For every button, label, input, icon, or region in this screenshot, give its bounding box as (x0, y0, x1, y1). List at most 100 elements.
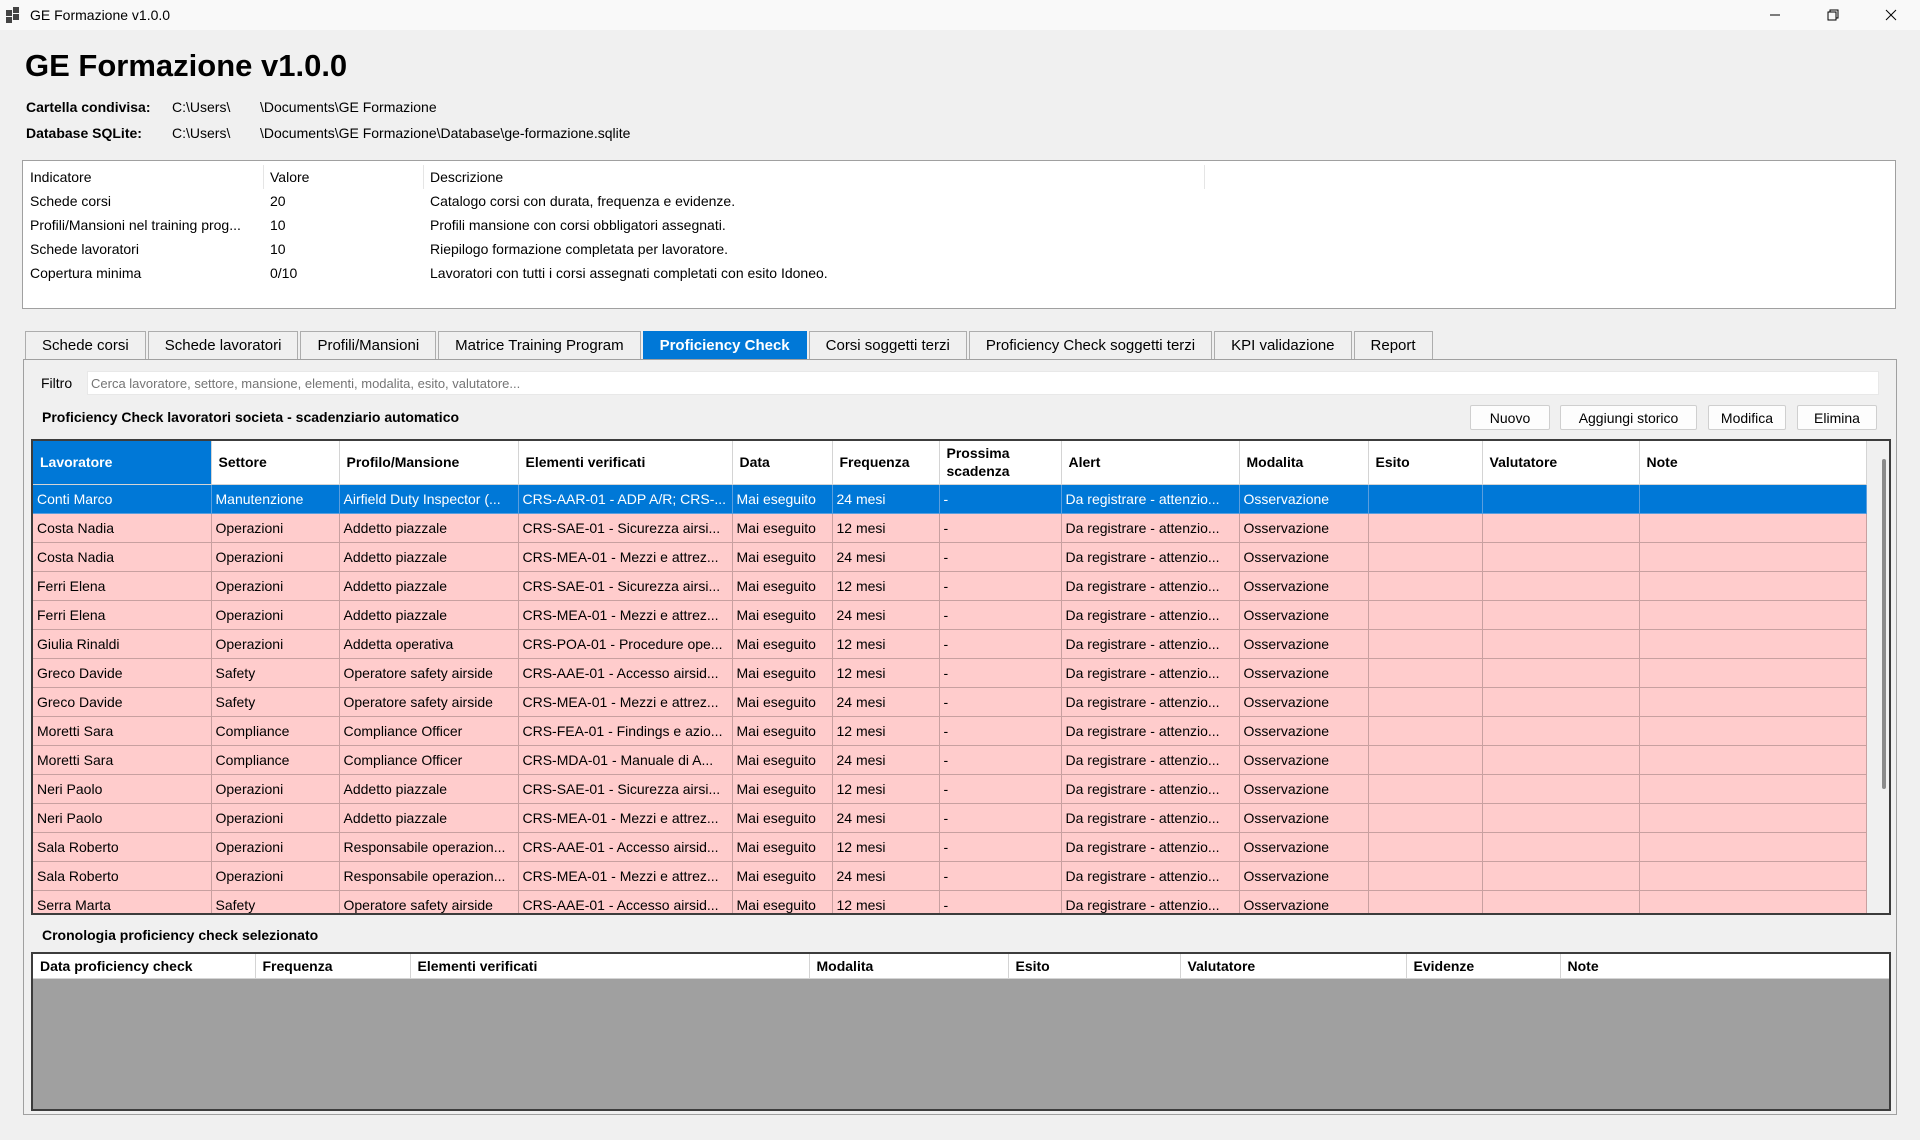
table-cell[interactable]: Operazioni (211, 803, 340, 833)
table-row[interactable]: Giulia Rinaldi Operazioni Addetta operativ… (33, 629, 1867, 659)
table-cell[interactable]: 12 mesi (832, 890, 940, 913)
table-cell[interactable]: - (939, 774, 1062, 804)
tab-profili-mansioni[interactable]: Profili/Mansioni (300, 331, 437, 359)
table-cell[interactable] (1368, 629, 1483, 659)
table-cell[interactable]: Operatore safety airside (339, 890, 519, 913)
table-cell[interactable]: 12 mesi (832, 571, 940, 601)
table-cell[interactable]: Osservazione (1239, 513, 1369, 543)
table-cell[interactable] (1482, 803, 1640, 833)
table-cell[interactable]: Mai eseguito (732, 890, 833, 913)
table-cell[interactable]: Da registrare - attenzio... (1061, 832, 1240, 862)
table-cell[interactable]: Giulia Rinaldi (33, 629, 212, 659)
table-cell[interactable]: CRS-AAE-01 - Accesso airsid... (518, 890, 733, 913)
table-cell[interactable]: Addetto piazzale (339, 600, 519, 630)
table-cell[interactable]: Costa Nadia (33, 513, 212, 543)
table-cell[interactable]: Responsabile operazion... (339, 832, 519, 862)
table-cell[interactable]: 24 mesi (832, 861, 940, 891)
table-cell[interactable]: CRS-AAE-01 - Accesso airsid... (518, 832, 733, 862)
column-header-valutatore[interactable]: Valutatore (1482, 441, 1640, 485)
column-header-lavoratore[interactable]: Lavoratore (33, 441, 212, 485)
table-cell[interactable] (1639, 774, 1867, 804)
table-cell[interactable]: Da registrare - attenzio... (1061, 803, 1240, 833)
kpi-summary-list[interactable]: Indicatore Valore Descrizione Schede cor… (22, 160, 1896, 309)
table-cell[interactable]: CRS-AAE-01 - Accesso airsid... (518, 658, 733, 688)
table-cell[interactable]: Da registrare - attenzio... (1061, 774, 1240, 804)
table-cell[interactable] (1639, 571, 1867, 601)
history-column-frequenza[interactable]: Frequenza (255, 954, 411, 979)
table-row[interactable]: Serra Marta Safety Operatore safety airsid… (33, 890, 1867, 913)
table-cell[interactable]: Mai eseguito (732, 716, 833, 746)
tab-matrice-training-program[interactable]: Matrice Training Program (438, 331, 641, 359)
table-cell[interactable] (1639, 600, 1867, 630)
table-cell[interactable]: Da registrare - attenzio... (1061, 658, 1240, 688)
table-cell[interactable]: 24 mesi (832, 484, 940, 514)
history-column-note[interactable]: Note (1560, 954, 1889, 979)
filter-input[interactable] (87, 371, 1879, 395)
table-cell[interactable]: Mai eseguito (732, 542, 833, 572)
table-row[interactable]: Greco Davide Safety Operatore safety airsi… (33, 687, 1867, 717)
table-cell[interactable] (1639, 745, 1867, 775)
table-cell[interactable] (1368, 513, 1483, 543)
table-cell[interactable]: - (939, 832, 1062, 862)
table-cell[interactable]: Osservazione (1239, 658, 1369, 688)
table-cell[interactable] (1368, 542, 1483, 572)
table-cell[interactable]: CRS-MEA-01 - Mezzi e attrez... (518, 542, 733, 572)
table-row[interactable]: Sala Roberto Operazioni Responsabile opera… (33, 832, 1867, 862)
table-cell[interactable] (1368, 571, 1483, 601)
table-cell[interactable] (1368, 687, 1483, 717)
table-cell[interactable] (1639, 513, 1867, 543)
table-cell[interactable] (1482, 774, 1640, 804)
table-cell[interactable]: Osservazione (1239, 484, 1369, 514)
table-cell[interactable]: Mai eseguito (732, 658, 833, 688)
table-cell[interactable] (1368, 600, 1483, 630)
grid-vertical-scrollbar[interactable] (1882, 459, 1886, 789)
kpi-header-description[interactable]: Descrizione (430, 169, 503, 185)
table-cell[interactable] (1639, 687, 1867, 717)
table-cell[interactable]: Greco Davide (33, 687, 212, 717)
kpi-row[interactable]: Schede lavoratori 10 Riepilogo formazion… (23, 237, 1895, 261)
tab-schede-lavoratori[interactable]: Schede lavoratori (147, 331, 299, 359)
table-cell[interactable]: - (939, 687, 1062, 717)
table-cell[interactable]: Da registrare - attenzio... (1061, 716, 1240, 746)
history-column-data-proficiency-check[interactable]: Data proficiency check (33, 954, 256, 979)
table-cell[interactable]: Mai eseguito (732, 600, 833, 630)
table-cell[interactable]: Safety (211, 687, 340, 717)
table-cell[interactable]: Osservazione (1239, 803, 1369, 833)
table-cell[interactable]: Osservazione (1239, 600, 1369, 630)
table-row[interactable]: Moretti Sara Compliance Compliance Officer… (33, 716, 1867, 746)
table-cell[interactable] (1482, 745, 1640, 775)
kpi-header-value[interactable]: Valore (270, 169, 309, 185)
history-column-evidenze[interactable]: Evidenze (1406, 954, 1561, 979)
history-column-elementi-verificati[interactable]: Elementi verificati (410, 954, 810, 979)
table-cell[interactable]: 12 mesi (832, 716, 940, 746)
table-cell[interactable]: Conti Marco (33, 484, 212, 514)
table-cell[interactable]: 12 mesi (832, 774, 940, 804)
table-cell[interactable]: Mai eseguito (732, 484, 833, 514)
column-header-profilo-mansione[interactable]: Profilo/Mansione (339, 441, 519, 485)
table-cell[interactable]: - (939, 803, 1062, 833)
table-cell[interactable]: Operazioni (211, 542, 340, 572)
table-cell[interactable] (1639, 832, 1867, 862)
table-cell[interactable]: 12 mesi (832, 629, 940, 659)
tab-kpi-validazione[interactable]: KPI validazione (1214, 331, 1352, 359)
table-cell[interactable]: Mai eseguito (732, 832, 833, 862)
history-column-modalita[interactable]: Modalita (809, 954, 1009, 979)
table-cell[interactable]: Greco Davide (33, 658, 212, 688)
table-cell[interactable]: - (939, 861, 1062, 891)
table-cell[interactable] (1482, 600, 1640, 630)
table-cell[interactable] (1639, 484, 1867, 514)
table-cell[interactable] (1482, 484, 1640, 514)
table-cell[interactable]: Operazioni (211, 832, 340, 862)
window-titlebar[interactable]: GE Formazione v1.0.0 (0, 0, 1920, 30)
table-row[interactable]: Conti Marco Manutenzione Airfield Duty Ins… (33, 484, 1867, 514)
table-cell[interactable]: Osservazione (1239, 629, 1369, 659)
edit-button[interactable]: Modifica (1708, 405, 1786, 430)
table-cell[interactable] (1368, 484, 1483, 514)
tab-proficiency-check-soggetti-terzi[interactable]: Proficiency Check soggetti terzi (968, 331, 1213, 359)
table-row[interactable]: Ferri Elena Operazioni Addetto piazzale CRS… (33, 571, 1867, 601)
table-cell[interactable]: Mai eseguito (732, 629, 833, 659)
table-cell[interactable]: Da registrare - attenzio... (1061, 571, 1240, 601)
table-cell[interactable]: Operazioni (211, 513, 340, 543)
kpi-row[interactable]: Profili/Mansioni nel training prog... 10… (23, 213, 1895, 237)
column-header-elementi-verificati[interactable]: Elementi verificati (518, 441, 733, 485)
